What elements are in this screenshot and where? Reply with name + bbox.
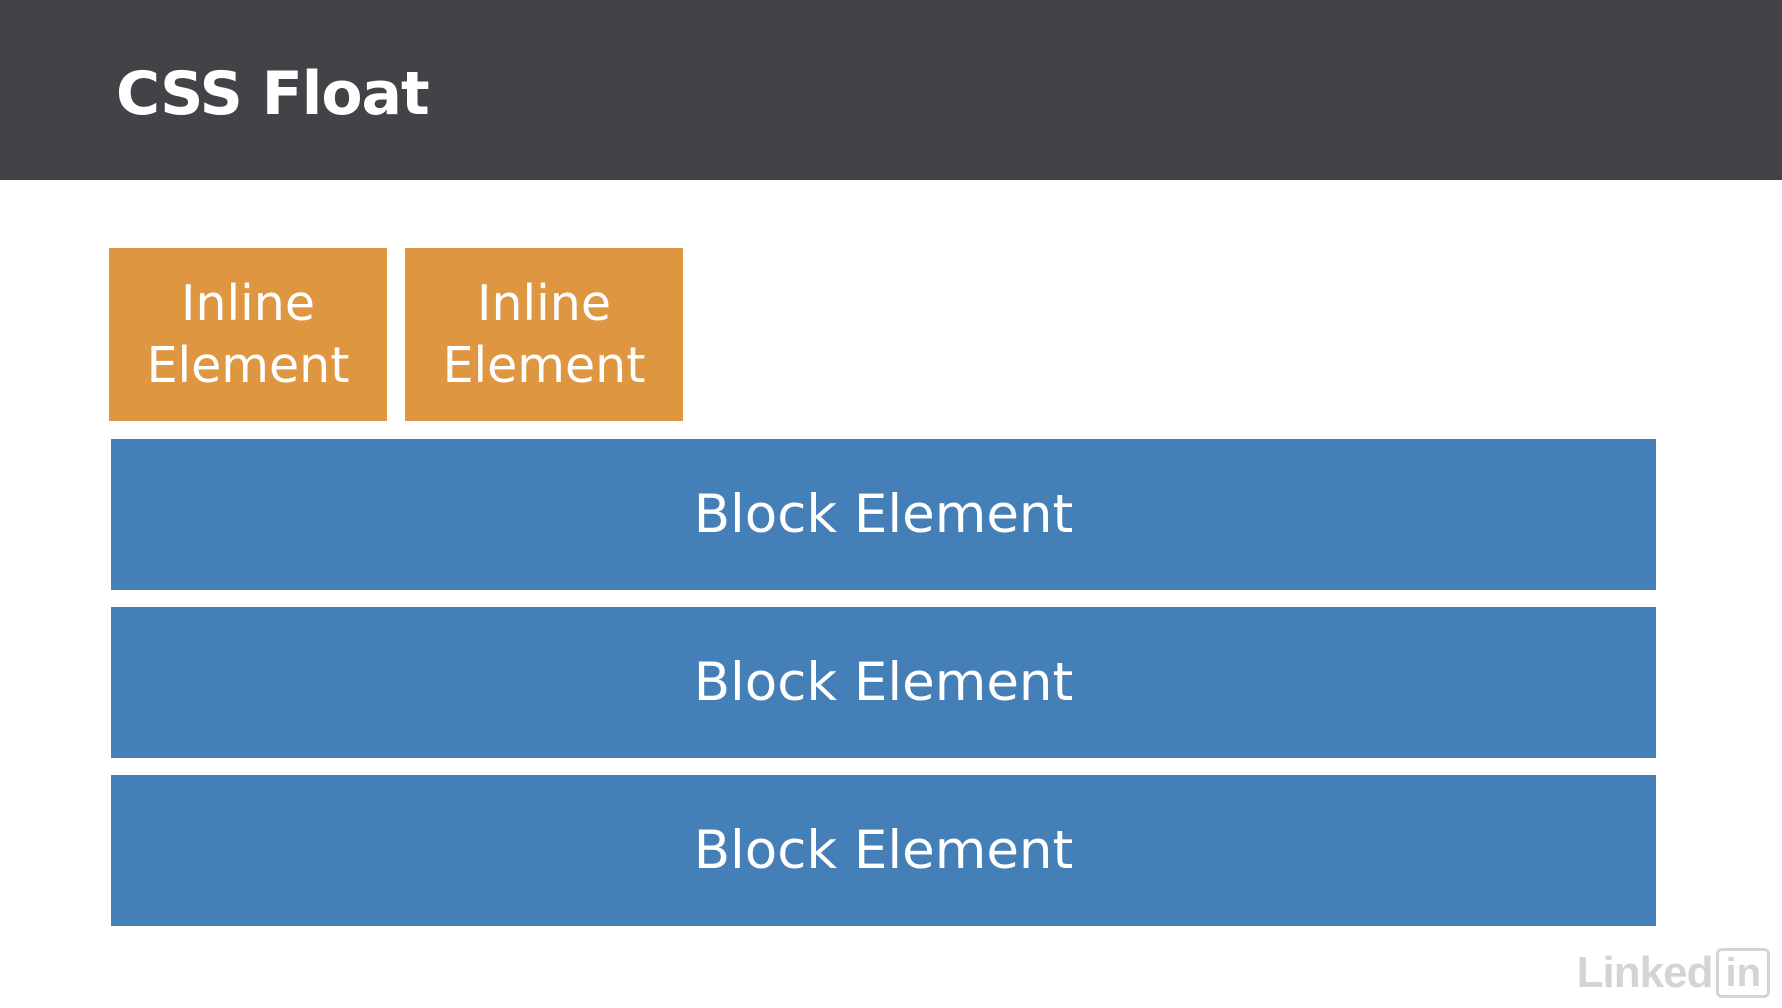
block-element-box-2: Block Element [111, 607, 1656, 758]
block-element-label: Block Element [693, 651, 1074, 713]
inline-element-label: Inline Element [442, 274, 646, 394]
block-element-label: Block Element [693, 483, 1074, 545]
linkedin-watermark-logo: Linked in [1577, 948, 1770, 998]
block-element-label: Block Element [693, 819, 1074, 881]
inline-element-label: Inline Element [146, 274, 350, 394]
title-bar: CSS Float [0, 0, 1782, 180]
inline-element-box-1: Inline Element [109, 248, 387, 421]
watermark-badge: in [1716, 948, 1770, 998]
inline-element-box-2: Inline Element [405, 248, 683, 421]
watermark-text: Linked [1576, 948, 1714, 997]
block-element-box-3: Block Element [111, 775, 1656, 926]
slide-title: CSS Float [116, 59, 430, 129]
block-element-box-1: Block Element [111, 439, 1656, 590]
